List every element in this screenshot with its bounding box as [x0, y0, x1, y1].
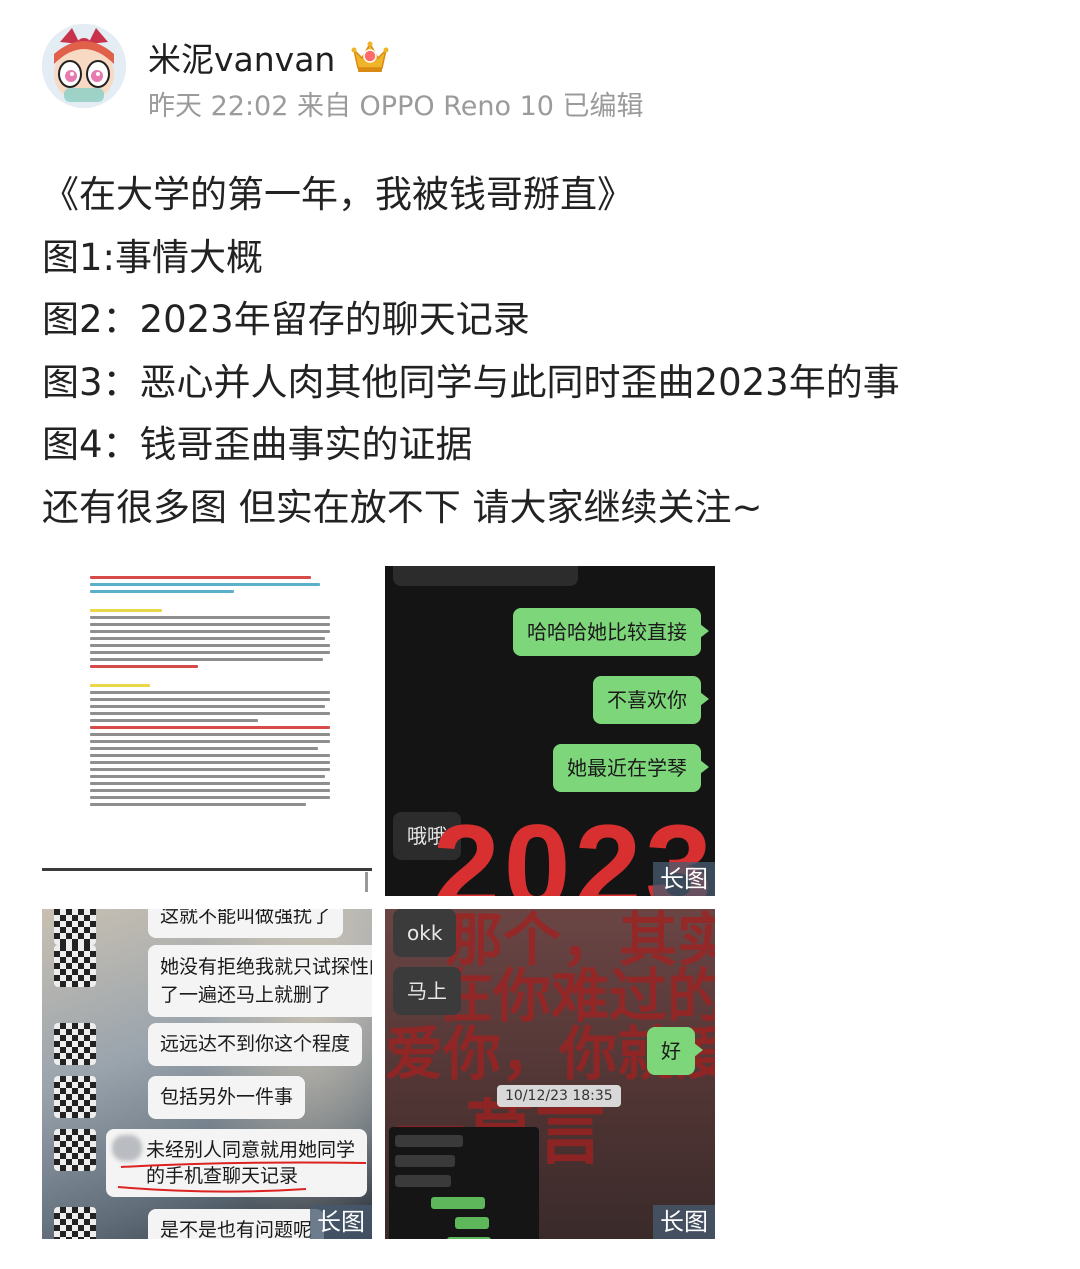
- avatar: [54, 945, 96, 987]
- divider: [365, 872, 368, 892]
- post-line: 图3：恶心并人肉其他同学与此同时歪曲2023年的事: [42, 360, 900, 404]
- chat-bubble: okk: [393, 909, 457, 957]
- post-image-3[interactable]: 这就不能叫做强扰了 她没有拒绝我就只试探性的发 了一遍还马上就删了 远远达不到你…: [42, 909, 372, 1239]
- blur-mask: [112, 1135, 142, 1161]
- post-body: 《在大学的第一年，我被钱哥掰直》 图1:事情大概 图2：2023年留存的聊天记录…: [42, 164, 1052, 539]
- chat-bubble: 包括另外一件事: [148, 1076, 306, 1119]
- powerpuff-avatar-icon: [42, 24, 126, 108]
- chat-bubble: 好: [647, 1027, 703, 1075]
- chat-bubble: 她没有拒绝我就只试探性的发 了一遍还马上就删了: [148, 945, 372, 1017]
- chat-bubble: 未经别人同意就用她同学 的手机查聊天记录: [106, 1129, 368, 1197]
- chat-line: 她没有拒绝我就只试探性的发: [160, 956, 372, 978]
- avatar: [54, 1076, 96, 1118]
- underline-scribble: [117, 1161, 367, 1193]
- avatar: [54, 1207, 96, 1239]
- post-line: 图1:事情大概: [42, 235, 264, 279]
- post-line: 《在大学的第一年，我被钱哥掰直》: [42, 173, 634, 216]
- post-line: 还有很多图 但实在放不下 请大家继续关注~: [42, 485, 763, 529]
- chat-bubble: 哈哈哈她比较直接: [513, 608, 709, 656]
- timestamp: 10/12/23 18:35: [497, 1085, 621, 1107]
- avatar: [54, 1129, 96, 1171]
- avatar: [54, 909, 96, 945]
- author-name[interactable]: 米泥vanvan: [148, 33, 335, 81]
- post-line: 图4：钱哥歪曲事实的证据: [42, 423, 473, 466]
- divider: [42, 868, 372, 871]
- chat-bubble: 马上: [393, 967, 461, 1015]
- post-meta: 昨天 22:02 来自 OPPO Reno 10 已编辑: [148, 91, 644, 122]
- post-line: 图2：2023年留存的聊天记录: [42, 298, 530, 341]
- chat-line: 了一遍还马上就删了: [160, 984, 332, 1006]
- long-image-badge: 长图: [310, 1205, 372, 1239]
- avatar[interactable]: [42, 24, 126, 108]
- document-screenshot: [90, 572, 330, 810]
- avatar: [54, 1023, 96, 1065]
- chat-bubble: [393, 566, 578, 586]
- chat-bubble: 她最近在学琴: [553, 744, 709, 792]
- chat-bubble: 不喜欢你: [593, 676, 709, 724]
- long-image-badge: 长图: [653, 862, 715, 896]
- post-image-4[interactable]: 那个，其实很 在你难过的时候 爱你，你就爱谁 一莫言 okk 马上 好 10/1…: [385, 909, 715, 1239]
- crown-icon: [351, 41, 389, 72]
- long-image-badge: 长图: [653, 1205, 715, 1239]
- post-image-1[interactable]: [42, 566, 372, 896]
- chat-bubble: 这就不能叫做强扰了: [148, 909, 344, 938]
- chat-bubble: 远远达不到你这个程度: [148, 1023, 363, 1066]
- chat-bubble: 是不是也有问题呢: [148, 1209, 325, 1239]
- embedded-screenshot: [389, 1127, 539, 1239]
- post-image-2[interactable]: 哈哈哈她比较直接 不喜欢你 她最近在学琴 哦哦 2023 长图: [385, 566, 715, 896]
